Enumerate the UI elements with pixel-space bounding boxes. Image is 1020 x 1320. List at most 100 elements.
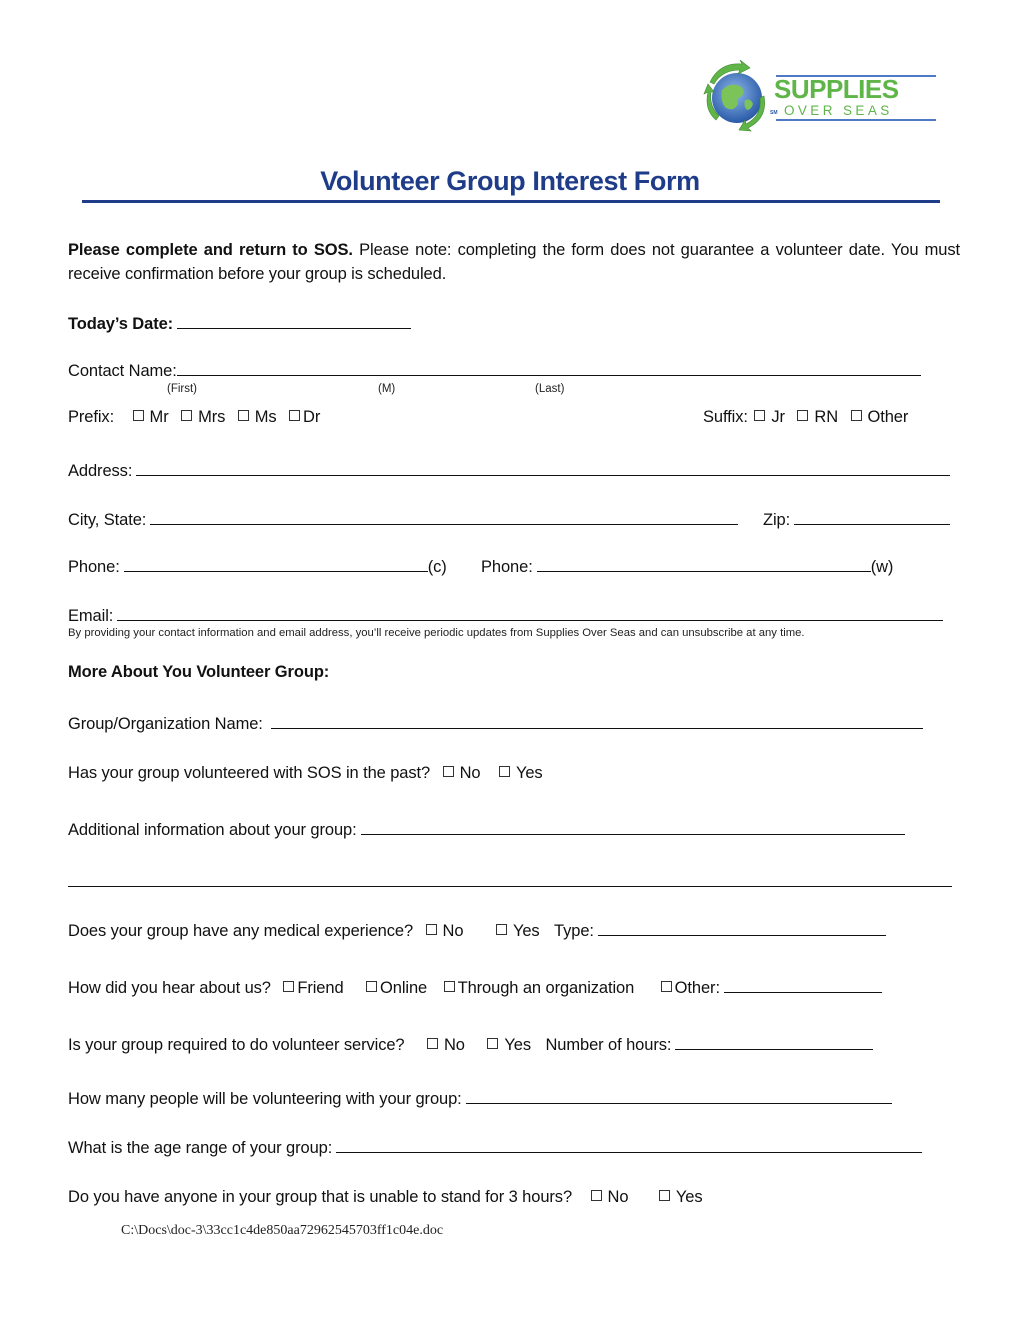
supplies-over-seas-logo: SUPPLIES SM OVER SEAS — [700, 60, 940, 138]
email-row: Email: — [68, 604, 944, 626]
required-service-option-no[interactable]: No — [409, 1036, 465, 1055]
checkbox-icon[interactable] — [283, 981, 295, 992]
prefix-option-mr[interactable]: Mr — [119, 408, 169, 427]
hear-option-other[interactable]: Other: — [639, 979, 720, 998]
logo-rule-bottom — [776, 119, 936, 121]
medical-row: Does your group have any medical experie… — [68, 919, 886, 941]
org-name-field[interactable] — [270, 712, 923, 729]
checkbox-icon[interactable] — [658, 1190, 670, 1201]
hear-about-label: How did you hear about us? — [68, 979, 271, 997]
checkbox-icon[interactable] — [495, 924, 507, 935]
intro-paragraph: Please complete and return to SOS. Pleas… — [68, 238, 960, 286]
medical-option-yes[interactable]: Yes — [468, 922, 540, 941]
checkbox-icon[interactable] — [660, 981, 672, 992]
city-state-row: City, State: — [68, 508, 739, 530]
checkbox-icon[interactable] — [132, 410, 144, 421]
suffix-option-jr[interactable]: Jr — [752, 408, 785, 427]
contact-name-field[interactable] — [176, 359, 921, 376]
option-label: No — [607, 1188, 629, 1206]
stand-3-hours-row: Do you have anyone in your group that is… — [68, 1188, 703, 1207]
checkbox-icon[interactable] — [237, 410, 249, 421]
last-name-sublabel: (Last) — [535, 383, 565, 395]
contact-name-label: Contact Name: — [68, 362, 177, 380]
prefix-option-dr[interactable]: Dr — [281, 408, 320, 427]
suffix-row: Suffix: Jr RN Other — [703, 408, 908, 427]
suffix-option-other[interactable]: Other — [843, 408, 909, 427]
additional-info-field-line2[interactable] — [68, 870, 952, 887]
todays-date-label: Today’s Date: — [68, 315, 174, 333]
checkbox-icon[interactable] — [797, 410, 809, 421]
address-label: Address: — [68, 462, 133, 480]
title-underline — [82, 200, 940, 203]
stand-option-no[interactable]: No — [577, 1188, 629, 1207]
checkbox-icon[interactable] — [487, 1038, 499, 1049]
option-label: Friend — [297, 979, 344, 997]
age-range-label: What is the age range of your group: — [68, 1139, 333, 1157]
zip-field[interactable] — [794, 508, 951, 525]
suffix-label: Suffix: — [703, 408, 748, 426]
checkbox-icon[interactable] — [443, 981, 455, 992]
document-file-path: C:\Docs\doc-3\33cc1c4de850aa72962545703f… — [121, 1223, 444, 1238]
todays-date-row: Today’s Date: — [68, 312, 412, 334]
zip-row: Zip: — [763, 508, 951, 530]
hear-option-online[interactable]: Online — [348, 979, 427, 998]
option-label: Other — [867, 408, 909, 426]
option-label: No — [459, 764, 481, 782]
additional-info-field[interactable] — [360, 818, 905, 835]
checkbox-icon[interactable] — [498, 766, 510, 777]
middle-name-sublabel: (M) — [378, 383, 396, 395]
age-range-row: What is the age range of your group: — [68, 1136, 923, 1158]
address-row: Address: — [68, 459, 951, 481]
email-field[interactable] — [117, 604, 944, 621]
phone-work-field[interactable] — [536, 555, 871, 572]
logo-service-mark: SM — [770, 110, 778, 116]
additional-info-row-2 — [68, 870, 952, 892]
checkbox-icon[interactable] — [289, 410, 301, 421]
past-volunteer-option-no[interactable]: No — [435, 764, 481, 783]
additional-info-label: Additional information about your group: — [68, 821, 357, 839]
medical-type-field[interactable] — [597, 919, 886, 936]
past-volunteer-label: Has your group volunteered with SOS in t… — [68, 764, 431, 782]
option-label: Dr — [303, 408, 321, 426]
zip-label: Zip: — [763, 511, 791, 529]
suffix-option-rn[interactable]: RN — [789, 408, 838, 427]
prefix-label: Prefix: — [68, 408, 115, 426]
checkbox-icon[interactable] — [590, 1190, 602, 1201]
hear-other-field[interactable] — [723, 976, 882, 993]
checkbox-icon[interactable] — [850, 410, 862, 421]
past-volunteer-option-yes[interactable]: Yes — [485, 764, 543, 783]
prefix-option-ms[interactable]: Ms — [230, 408, 277, 427]
phone-work-label: Phone: — [481, 558, 533, 576]
city-state-field[interactable] — [150, 508, 739, 525]
phone-cell-field[interactable] — [123, 555, 428, 572]
group-section-heading: More About You Volunteer Group: — [68, 663, 330, 681]
required-service-option-yes[interactable]: Yes — [469, 1036, 531, 1055]
age-range-field[interactable] — [336, 1136, 923, 1153]
logo-name-line2: OVER SEAS — [784, 103, 893, 118]
phone-cell-row: Phone: (c) — [68, 555, 447, 577]
logo-name-line1: SUPPLIES — [774, 74, 899, 104]
checkbox-icon[interactable] — [754, 410, 766, 421]
hours-label: Number of hours: — [545, 1036, 672, 1054]
first-name-sublabel: (First) — [167, 383, 198, 395]
prefix-option-mrs[interactable]: Mrs — [173, 408, 225, 427]
hours-field[interactable] — [675, 1033, 874, 1050]
org-name-label: Group/Organization Name: — [68, 715, 263, 733]
option-label: Other: — [674, 979, 720, 997]
checkbox-icon[interactable] — [426, 1038, 438, 1049]
option-label: Ms — [254, 408, 277, 426]
medical-option-no[interactable]: No — [418, 922, 464, 941]
todays-date-field[interactable] — [177, 312, 412, 329]
people-count-field[interactable] — [465, 1087, 892, 1104]
address-field[interactable] — [136, 459, 951, 476]
checkbox-icon[interactable] — [442, 766, 454, 777]
hear-option-organization[interactable]: Through an organization — [432, 979, 634, 998]
option-label: Yes — [515, 764, 543, 782]
globe-recycle-icon — [703, 60, 765, 132]
checkbox-icon[interactable] — [366, 981, 378, 992]
checkbox-icon[interactable] — [181, 410, 193, 421]
checkbox-icon[interactable] — [425, 924, 437, 935]
stand-3-hours-label: Do you have anyone in your group that is… — [68, 1188, 573, 1206]
hear-option-friend[interactable]: Friend — [275, 979, 344, 998]
stand-option-yes[interactable]: Yes — [633, 1188, 703, 1207]
